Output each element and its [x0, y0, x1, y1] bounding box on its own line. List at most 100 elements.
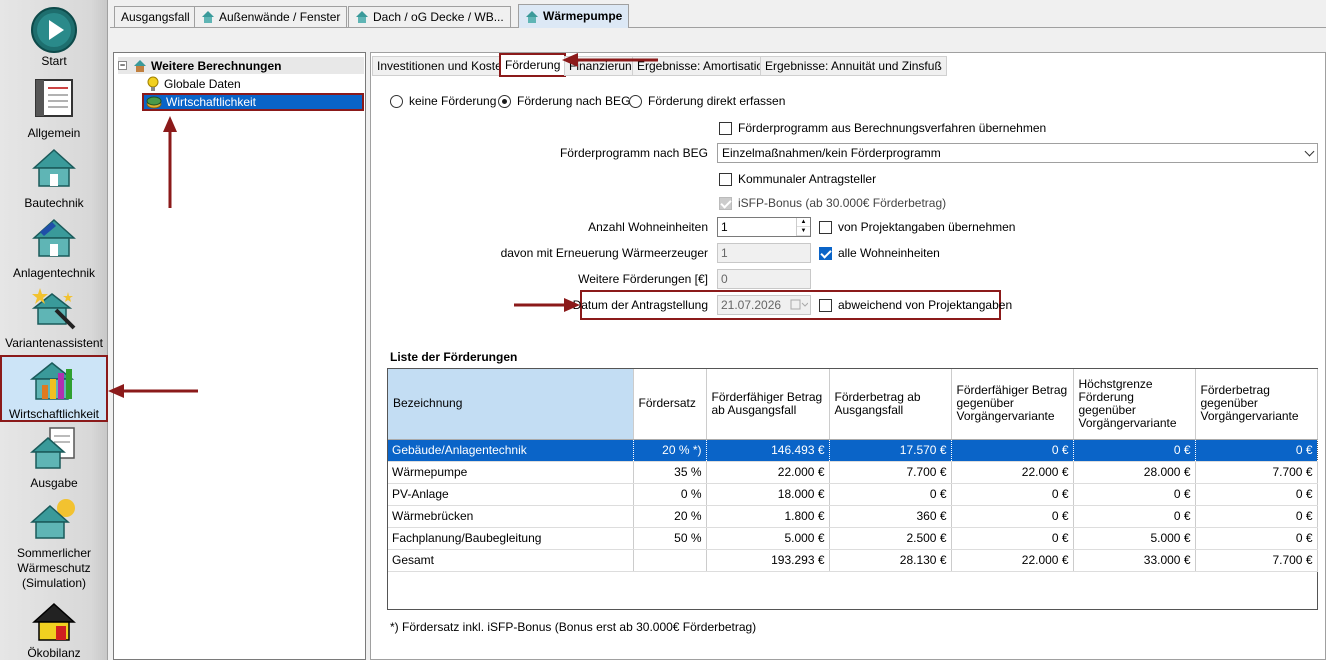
table-cell[interactable]: 0 €: [1073, 505, 1196, 528]
table-cell[interactable]: 28.000 €: [1073, 461, 1196, 484]
nav-item-bautechnik[interactable]: Bautechnik: [0, 146, 108, 212]
table-cell[interactable]: 22.000 €: [951, 461, 1074, 484]
table-cell[interactable]: 360 €: [829, 505, 952, 528]
table-cell[interactable]: 0 €: [951, 505, 1074, 528]
table-cell[interactable]: 0 €: [1195, 527, 1318, 550]
table-cell[interactable]: 20 %: [633, 505, 707, 528]
table-cell[interactable]: 22.000 €: [706, 461, 830, 484]
radio-circle[interactable]: [629, 94, 642, 108]
table-row[interactable]: Wärmepumpe 35 % 22.000 € 7.700 € 22.000 …: [388, 461, 1318, 484]
table-cell[interactable]: PV-Anlage: [388, 483, 634, 506]
checkbox-box-disabled[interactable]: [719, 196, 732, 210]
checkbox-projektangaben[interactable]: von Projektangaben übernehmen: [819, 220, 1015, 234]
radio-circle[interactable]: [390, 94, 403, 108]
spin-up-icon[interactable]: ▲: [797, 218, 810, 227]
checkbox-abweichend[interactable]: abweichend von Projektangaben: [819, 298, 1012, 312]
datum-field[interactable]: 21.07.2026: [717, 295, 811, 315]
table-cell[interactable]: 146.493 €: [706, 439, 830, 462]
checkbox-box[interactable]: [719, 172, 732, 186]
table-cell[interactable]: 33.000 €: [1073, 549, 1196, 572]
table-cell[interactable]: 0 €: [951, 483, 1074, 506]
checkbox-alle-wohneinheiten[interactable]: alle Wohneinheiten: [819, 246, 940, 260]
table-cell[interactable]: 1.800 €: [706, 505, 830, 528]
table-cell[interactable]: 22.000 €: [951, 549, 1074, 572]
foerderprogramm-dropdown[interactable]: Einzelmaßnahmen/kein Förderprogramm: [717, 143, 1318, 163]
col-header-bezeichnung[interactable]: Bezeichnung: [388, 369, 634, 440]
nav-item-anlagentechnik[interactable]: Anlagentechnik: [0, 216, 108, 282]
nav-item-wirtschaftlichkeit[interactable]: Wirtschaftlichkeit: [0, 355, 108, 422]
table-cell[interactable]: 0 €: [951, 527, 1074, 550]
table-cell[interactable]: 0 €: [1195, 505, 1318, 528]
tab-ausgangsfall[interactable]: Ausgangsfall: [114, 6, 197, 27]
table-row-total[interactable]: Gesamt 193.293 € 28.130 € 22.000 € 33.00…: [388, 549, 1318, 572]
tree-root[interactable]: − Weitere Berechnungen: [118, 57, 364, 74]
table-row[interactable]: Wärmebrücken 20 % 1.800 € 360 € 0 € 0 € …: [388, 505, 1318, 528]
table-cell[interactable]: 0 €: [951, 439, 1074, 462]
table-cell[interactable]: Gebäude/Anlagentechnik: [388, 439, 634, 462]
checkbox-kommunal[interactable]: Kommunaler Antragsteller: [719, 172, 876, 186]
table-cell[interactable]: 7.700 €: [1195, 549, 1318, 572]
table-cell[interactable]: 0 €: [1195, 439, 1318, 462]
table-cell[interactable]: Gesamt: [388, 549, 634, 572]
table-row[interactable]: Fachplanung/Baubegleitung 50 % 5.000 € 2…: [388, 527, 1318, 550]
table-cell[interactable]: 35 %: [633, 461, 707, 484]
col-header-hoechstgrenze[interactable]: Höchstgrenze Förderung gegenüber Vorgäng…: [1073, 369, 1196, 440]
table-cell[interactable]: 0 %: [633, 483, 707, 506]
nav-item-oekobilanz[interactable]: Ökobilanz: [0, 600, 108, 660]
tab-dach-og-decke[interactable]: Dach / oG Decke / WB...: [348, 6, 511, 27]
nav-item-variantenassistent[interactable]: Variantenassistent: [0, 286, 108, 352]
table-row-selected[interactable]: Gebäude/Anlagentechnik 20 % *) 146.493 €…: [388, 439, 1318, 462]
calendar-dropdown-icon[interactable]: [790, 299, 808, 311]
foerderungen-table[interactable]: Bezeichnung Fördersatz Förderfähiger Bet…: [387, 368, 1318, 610]
spin-buttons[interactable]: ▲ ▼: [796, 218, 810, 236]
table-cell[interactable]: 7.700 €: [1195, 461, 1318, 484]
checkbox-berechnungsverfahren[interactable]: Förderprogramm aus Berechnungsverfahren …: [719, 121, 1046, 135]
radio-circle-selected[interactable]: [498, 94, 511, 108]
tree-node-globale-daten[interactable]: Globale Daten: [146, 75, 241, 93]
table-cell[interactable]: 20 % *): [633, 439, 707, 462]
col-header-foerderbetrag-ausgangsfall[interactable]: Förderbetrag ab Ausgangsfall: [829, 369, 952, 440]
tab-foerderung[interactable]: Förderung: [499, 53, 567, 77]
table-cell[interactable]: 18.000 €: [706, 483, 830, 506]
col-header-foerdersatz[interactable]: Fördersatz: [633, 369, 707, 440]
table-cell[interactable]: 5.000 €: [1073, 527, 1196, 550]
table-cell[interactable]: Wärmebrücken: [388, 505, 634, 528]
table-cell[interactable]: 0 €: [1195, 483, 1318, 506]
radio-keine-foerderung[interactable]: keine Förderung: [390, 94, 496, 108]
table-row[interactable]: PV-Anlage 0 % 18.000 € 0 € 0 € 0 € 0 €: [388, 483, 1318, 506]
tab-ergebnisse-annuitaet[interactable]: Ergebnisse: Annuität und Zinsfuß: [760, 56, 947, 76]
table-cell[interactable]: 50 %: [633, 527, 707, 550]
erneuerung-field[interactable]: 1: [717, 243, 811, 263]
nav-item-sommerlicher-waermeschutz[interactable]: Sommerlicher Wärmeschutz (Simulation): [0, 496, 108, 594]
radio-foerderung-nach-beg[interactable]: Förderung nach BEG: [498, 94, 630, 108]
table-cell[interactable]: Fachplanung/Baubegleitung: [388, 527, 634, 550]
checkbox-box[interactable]: [719, 121, 732, 135]
col-header-foerderbetrag-vorgaenger[interactable]: Förderbetrag gegenüber Vorgängervariante: [1195, 369, 1318, 440]
table-cell[interactable]: 0 €: [829, 483, 952, 506]
table-cell[interactable]: 28.130 €: [829, 549, 952, 572]
tab-aussenwaende-fenster[interactable]: Außenwände / Fenster: [194, 6, 348, 27]
spin-down-icon[interactable]: ▼: [797, 227, 810, 236]
nav-item-start[interactable]: Start: [0, 6, 108, 72]
table-cell[interactable]: 193.293 €: [706, 549, 830, 572]
nav-item-allgemein[interactable]: Allgemein: [0, 76, 108, 142]
table-cell[interactable]: 17.570 €: [829, 439, 952, 462]
weitere-foerderungen-field[interactable]: 0: [717, 269, 811, 289]
tree-node-wirtschaftlichkeit[interactable]: Wirtschaftlichkeit: [142, 93, 364, 111]
table-cell[interactable]: 2.500 €: [829, 527, 952, 550]
collapse-icon[interactable]: −: [118, 61, 127, 70]
table-cell[interactable]: 5.000 €: [706, 527, 830, 550]
col-header-foerderfaehig-ausgangsfall[interactable]: Förderfähiger Betrag ab Ausgangsfall: [706, 369, 830, 440]
checkbox-isfp-bonus[interactable]: iSFP-Bonus (ab 30.000€ Förderbetrag): [719, 196, 946, 210]
checkbox-box[interactable]: [819, 220, 832, 234]
checkbox-box-checked[interactable]: [819, 246, 832, 260]
wohneinheiten-stepper[interactable]: 1 ▲ ▼: [717, 217, 811, 237]
radio-foerderung-direkt[interactable]: Förderung direkt erfassen: [629, 94, 785, 108]
col-header-foerderfaehig-vorgaenger[interactable]: Förderfähiger Betrag gegenüber Vorgänger…: [951, 369, 1074, 440]
nav-item-ausgabe[interactable]: Ausgabe: [0, 426, 108, 492]
tab-waermepumpe[interactable]: Wärmepumpe: [518, 4, 630, 28]
table-cell[interactable]: 0 €: [1073, 483, 1196, 506]
table-cell[interactable]: Wärmepumpe: [388, 461, 634, 484]
table-cell[interactable]: 0 €: [1073, 439, 1196, 462]
table-cell[interactable]: [633, 549, 707, 572]
